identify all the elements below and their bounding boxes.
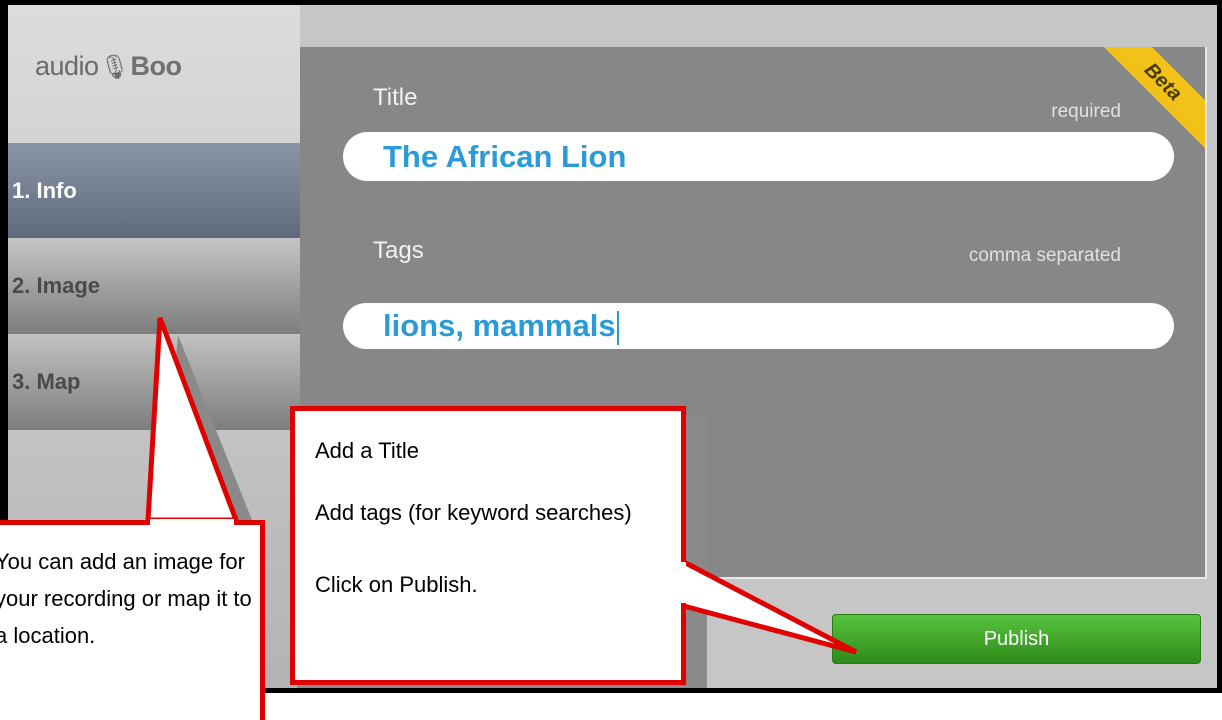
callout-seams — [150, 519, 686, 603]
